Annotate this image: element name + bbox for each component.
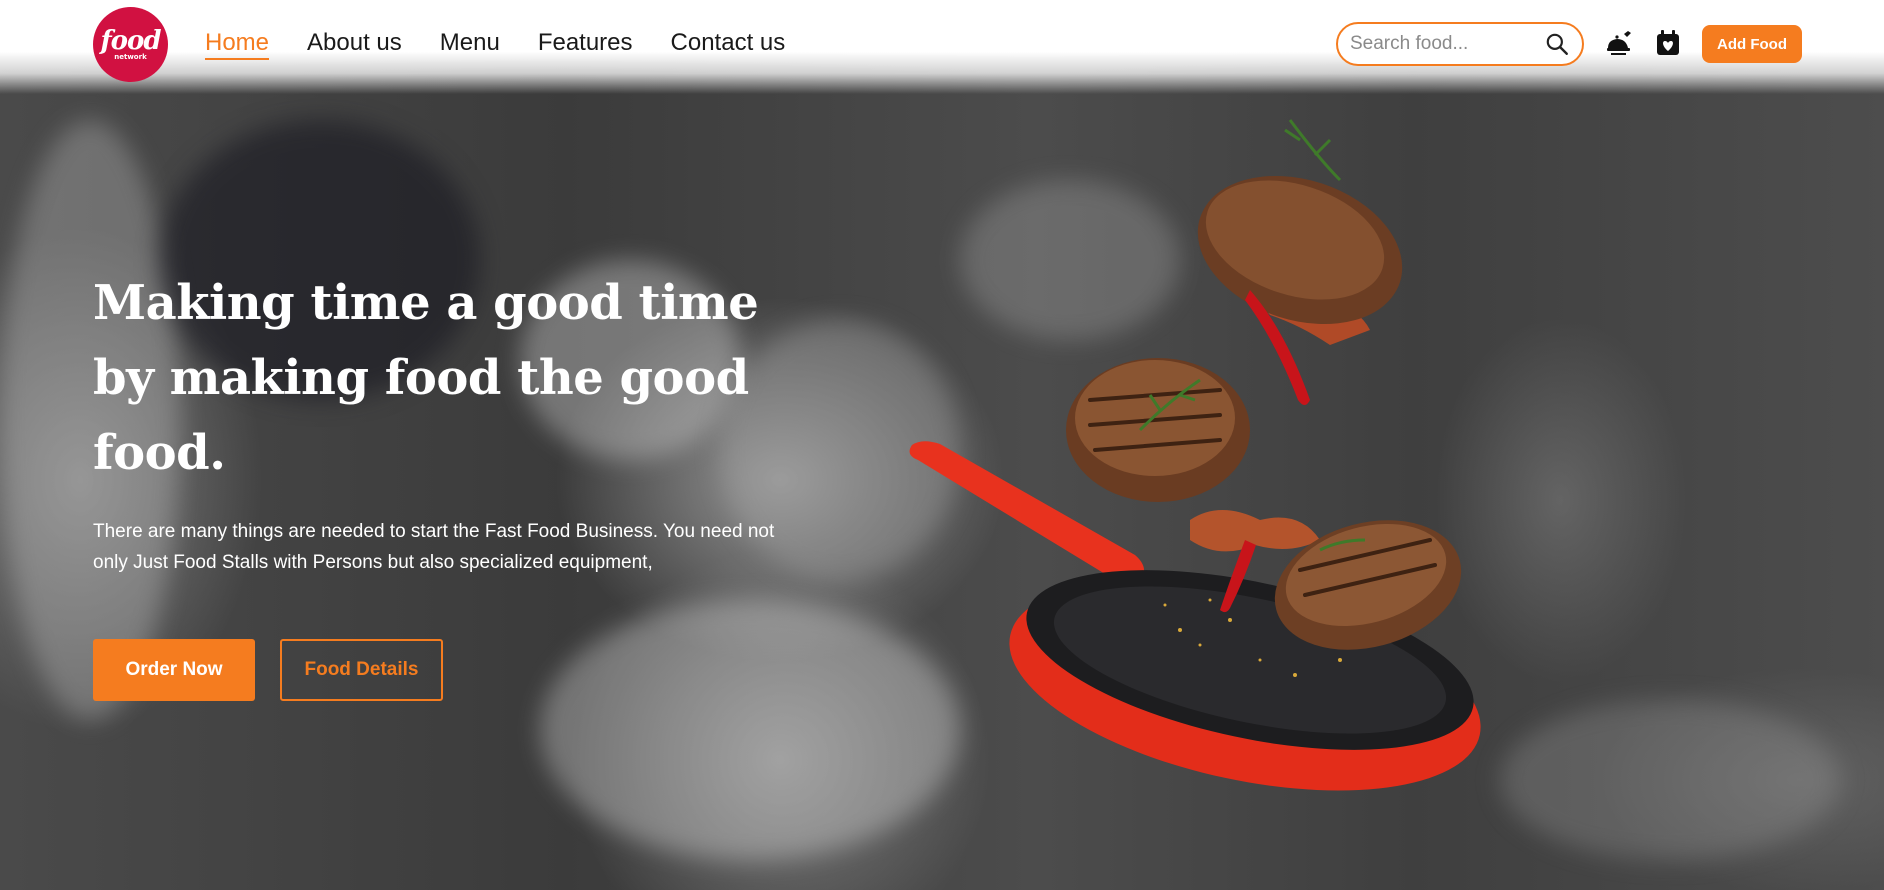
food-details-button[interactable]: Food Details: [280, 639, 443, 701]
hero-description: There are many things are needed to star…: [93, 521, 775, 573]
top-header: food network Home About us Menu Features…: [0, 0, 1884, 94]
add-food-button[interactable]: Add Food: [1702, 25, 1802, 63]
flying-burger-pan-image: [909, 119, 1481, 791]
search-icon[interactable]: [1544, 31, 1570, 57]
logo-subtext: network: [114, 52, 147, 61]
food-delivery-icon[interactable]: [1604, 28, 1634, 58]
search-input[interactable]: [1350, 33, 1544, 55]
nav-about-us[interactable]: About us: [307, 28, 402, 60]
order-now-button[interactable]: Order Now: [93, 639, 255, 701]
nav-menu[interactable]: Menu: [440, 28, 500, 60]
food-network-logo[interactable]: food network: [93, 7, 168, 82]
logo-word: food: [100, 25, 161, 56]
calendar-heart-icon[interactable]: [1653, 28, 1683, 58]
search-box: [1336, 22, 1584, 66]
nav-contact-us[interactable]: Contact us: [671, 28, 786, 60]
nav-features[interactable]: Features: [538, 28, 633, 60]
hero-title: Making time a good time by making food t…: [93, 275, 759, 481]
main-nav: Home About us Menu Features Contact us: [205, 28, 785, 60]
nav-home[interactable]: Home: [205, 28, 270, 60]
